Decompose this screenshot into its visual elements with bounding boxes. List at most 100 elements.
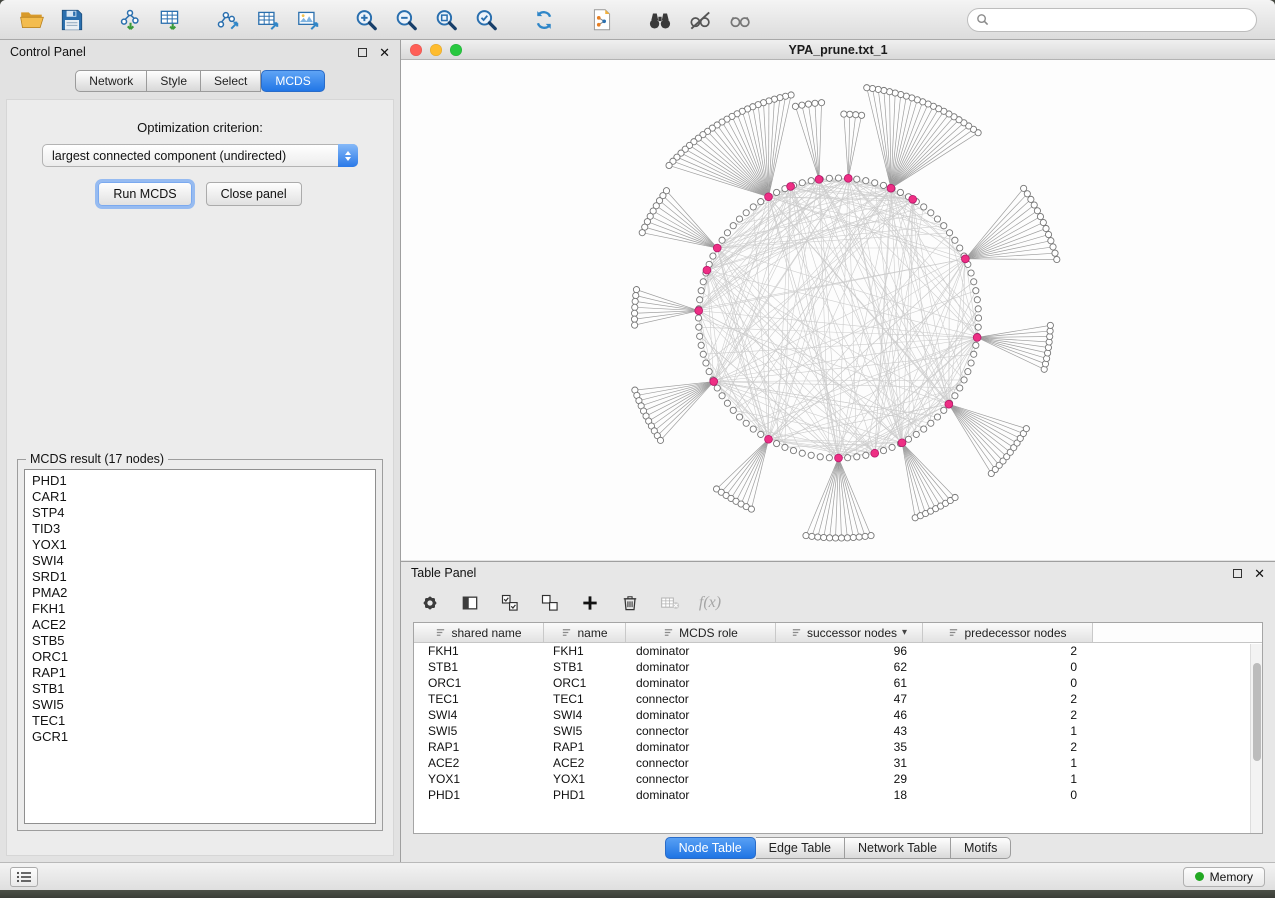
add-column-button[interactable] (575, 589, 605, 617)
zoom-selected-icon (473, 7, 499, 33)
close-mcds-panel-button[interactable]: Close panel (206, 182, 302, 206)
zoom-out-button[interactable] (388, 4, 424, 36)
hide-icon (687, 7, 713, 33)
table-cell: STB1 (414, 660, 544, 674)
table-settings-button[interactable] (415, 589, 445, 617)
delete-table-button[interactable] (655, 589, 685, 617)
mcds-result-item[interactable]: YOX1 (32, 537, 375, 553)
tab-select[interactable]: Select (201, 70, 261, 92)
share-document-button[interactable] (584, 4, 620, 36)
import-network-button[interactable] (112, 4, 148, 36)
table-row[interactable]: FKH1FKH1dominator962 (414, 643, 1262, 659)
table-cell: SWI5 (544, 724, 626, 738)
table-row[interactable]: STB1STB1dominator620 (414, 659, 1262, 675)
control-panel-float-button[interactable] (358, 48, 367, 57)
find-button[interactable] (642, 4, 678, 36)
mcds-result-item[interactable]: GCR1 (32, 729, 375, 745)
select-all-button[interactable] (495, 589, 525, 617)
export-network-button[interactable] (210, 4, 246, 36)
unselect-all-button[interactable] (535, 589, 565, 617)
column-header-successor-nodes[interactable]: successor nodes▾ (776, 623, 923, 642)
mcds-result-item[interactable]: FKH1 (32, 601, 375, 617)
mcds-result-item[interactable]: SRD1 (32, 569, 375, 585)
network-window-title: YPA_prune.txt_1 (401, 43, 1275, 57)
sort-icon (791, 627, 802, 638)
export-image-button[interactable] (290, 4, 326, 36)
refresh-button[interactable] (526, 4, 562, 36)
mcds-result-item[interactable]: STB5 (32, 633, 375, 649)
tab-style[interactable]: Style (147, 70, 201, 92)
search-input[interactable] (994, 13, 1248, 27)
table-cell: YOX1 (414, 772, 544, 786)
tab-network[interactable]: Network (75, 70, 147, 92)
table-row[interactable]: YOX1YOX1connector291 (414, 771, 1262, 787)
select-all-icon (500, 593, 520, 613)
table-cell: 47 (776, 692, 923, 706)
tab-network-table[interactable]: Network Table (845, 837, 951, 859)
import-group (112, 4, 188, 36)
import-table-button[interactable] (152, 4, 188, 36)
run-mcds-button[interactable]: Run MCDS (98, 182, 191, 206)
mcds-result-item[interactable]: TEC1 (32, 713, 375, 729)
mcds-result-item[interactable]: RAP1 (32, 665, 375, 681)
hide-selected-button[interactable] (682, 4, 718, 36)
table-row[interactable]: ORC1ORC1dominator610 (414, 675, 1262, 691)
tab-edge-table[interactable]: Edge Table (756, 837, 845, 859)
show-columns-button[interactable] (455, 589, 485, 617)
table-row[interactable]: SWI5SWI5connector431 (414, 723, 1262, 739)
tab-node-table[interactable]: Node Table (665, 837, 756, 859)
column-header-predecessor-nodes[interactable]: predecessor nodes (923, 623, 1093, 642)
table-row[interactable]: SWI4SWI4dominator462 (414, 707, 1262, 723)
scrollbar-thumb[interactable] (1253, 663, 1261, 761)
mcds-result-group: MCDS result (17 nodes) PHD1CAR1STP4TID3Y… (17, 459, 383, 831)
table-row[interactable]: RAP1RAP1dominator352 (414, 739, 1262, 755)
table-body: FKH1FKH1dominator962STB1STB1dominator620… (414, 643, 1262, 833)
mcds-result-item[interactable]: SWI5 (32, 697, 375, 713)
column-header-name[interactable]: name (544, 623, 626, 642)
save-button[interactable] (54, 4, 90, 36)
show-panels-button[interactable] (10, 867, 38, 887)
tab-mcds[interactable]: MCDS (261, 70, 324, 92)
table-row[interactable]: TEC1TEC1connector472 (414, 691, 1262, 707)
export-table-button[interactable] (250, 4, 286, 36)
show-all-button[interactable] (722, 4, 758, 36)
column-header-MCDS-role[interactable]: MCDS role (626, 623, 776, 642)
column-header-shared-name[interactable]: shared name (414, 623, 544, 642)
table-cell: 46 (776, 708, 923, 722)
network-graph-canvas[interactable] (401, 60, 1275, 560)
search-field[interactable] (967, 8, 1257, 32)
mcds-result-item[interactable]: TID3 (32, 521, 375, 537)
delete-column-button[interactable] (615, 589, 645, 617)
table-cell: 0 (923, 788, 1093, 802)
table-cell: STB1 (544, 660, 626, 674)
window-minimize-button[interactable] (430, 44, 442, 56)
column-header-label: name (577, 626, 607, 640)
mcds-result-item[interactable]: SWI4 (32, 553, 375, 569)
table-panel-close-button[interactable]: ✕ (1254, 567, 1265, 580)
table-panel-float-button[interactable] (1233, 569, 1242, 578)
table-row[interactable]: ACE2ACE2connector311 (414, 755, 1262, 771)
control-panel-close-button[interactable]: ✕ (379, 46, 390, 59)
mcds-result-item[interactable]: PMA2 (32, 585, 375, 601)
memory-button[interactable]: Memory (1183, 867, 1265, 887)
mcds-result-list[interactable]: PHD1CAR1STP4TID3YOX1SWI4SRD1PMA2FKH1ACE2… (24, 469, 376, 824)
mcds-result-item[interactable]: PHD1 (32, 473, 375, 489)
function-builder-button[interactable]: f(x) (695, 589, 725, 617)
mcds-result-item[interactable]: STB1 (32, 681, 375, 697)
zoom-selected-button[interactable] (468, 4, 504, 36)
window-maximize-button[interactable] (450, 44, 462, 56)
mcds-result-item[interactable]: CAR1 (32, 489, 375, 505)
zoom-fit-button[interactable] (428, 4, 464, 36)
tab-motifs[interactable]: Motifs (951, 837, 1011, 859)
mcds-result-item[interactable]: STP4 (32, 505, 375, 521)
optimization-criterion-select[interactable]: largest connected component (undirected) (42, 144, 358, 167)
table-cell: RAP1 (544, 740, 626, 754)
mcds-result-item[interactable]: ACE2 (32, 617, 375, 633)
table-scrollbar[interactable] (1250, 644, 1262, 833)
zoom-in-button[interactable] (348, 4, 384, 36)
window-close-button[interactable] (410, 44, 422, 56)
mcds-result-item[interactable]: ORC1 (32, 649, 375, 665)
open-file-button[interactable] (14, 4, 50, 36)
main-area: Control Panel ✕ NetworkStyleSelectMCDS O… (0, 40, 1275, 862)
table-row[interactable]: PHD1PHD1dominator180 (414, 787, 1262, 803)
